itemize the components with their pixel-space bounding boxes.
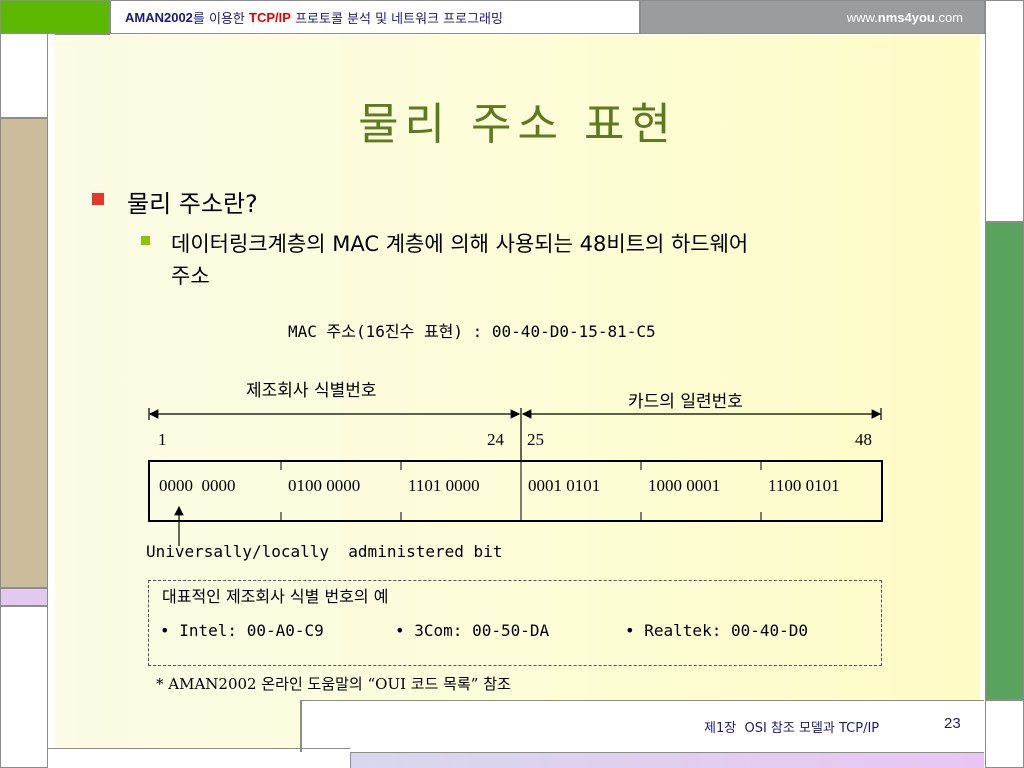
site-name: nms4you <box>877 9 935 25</box>
frame-left-lilac <box>0 588 48 606</box>
byte-1: 0000 0000 <box>159 476 236 495</box>
page-title: 물리 주소 표현 <box>358 99 677 150</box>
footer-left-strip <box>48 748 350 768</box>
header-brand: AMAN2002 <box>125 9 193 25</box>
ul-bit-label: Universally/locally administered bit <box>146 542 503 561</box>
bullet-marker-1 <box>92 193 104 205</box>
example-realtek: • Realtek: 00-40-D0 <box>625 621 809 640</box>
header-title-bar: AMAN2002 를 이용한 TCP/IP 프로토콜 분석 및 네트워크 프로그래… <box>110 0 640 34</box>
frame-right-bottom <box>985 700 1024 768</box>
mac-bit-diagram <box>148 408 883 546</box>
example-heading: 대표적인 제조회사 식별 번호의 예 <box>162 587 389 606</box>
footer-divider <box>300 700 302 752</box>
frame-left-tan <box>0 118 48 588</box>
example-3com: • 3Com: 00-50-DA <box>395 621 550 640</box>
bit-number-1: 1 <box>158 430 167 449</box>
footer-page-number: 23 <box>944 715 961 732</box>
bit-number-48: 48 <box>855 430 872 449</box>
header-tcpip: TCP/IP <box>249 9 291 25</box>
mac-caption: MAC 주소(16진수 표현) : 00-40-D0-15-81-C5 <box>288 322 656 341</box>
bullet-marker-2 <box>141 236 150 245</box>
byte-3: 1101 0000 <box>408 476 480 495</box>
header-text-1: 를 이용한 <box>192 11 250 27</box>
header-text-2: 프로토콜 분석 및 네트워크 프로그래밍 <box>290 11 503 27</box>
example-intel: • Intel: 00-A0-C9 <box>160 621 324 640</box>
site-prefix: www. <box>846 9 878 25</box>
bullet-1-text: 물리 주소란? <box>127 190 258 218</box>
frame-right-green <box>985 222 1024 700</box>
footer-gradient-strip <box>350 752 984 768</box>
frame-left-bottom <box>0 606 48 768</box>
frame-right-top <box>985 0 1024 222</box>
oui-note: * AMAN2002 온라인 도움말의 “OUI 코드 목록” 참조 <box>156 675 511 693</box>
bit-number-25: 25 <box>527 430 544 449</box>
footer-chapter: 제1장 OSI 참조 모델과 TCP/IP <box>704 721 880 736</box>
header-site-bar: www. nms4you .com <box>640 0 985 34</box>
byte-2: 0100 0000 <box>288 476 361 495</box>
byte-4: 0001 0101 <box>528 476 601 495</box>
byte-5: 1000 0001 <box>648 476 721 495</box>
footer-bar <box>300 700 984 750</box>
label-vendor-id: 제조회사 식별번호 <box>246 381 377 401</box>
bullet-2-line-1: 데이터링크계층의 MAC 계층에 의해 사용되는 48비트의 하드웨어 <box>171 232 749 256</box>
bullet-2-line-2: 주소 <box>171 264 210 288</box>
byte-6: 1100 0101 <box>768 476 840 495</box>
bit-number-24: 24 <box>487 430 504 449</box>
site-suffix: .com <box>934 9 963 25</box>
frame-left-corner <box>0 0 110 34</box>
